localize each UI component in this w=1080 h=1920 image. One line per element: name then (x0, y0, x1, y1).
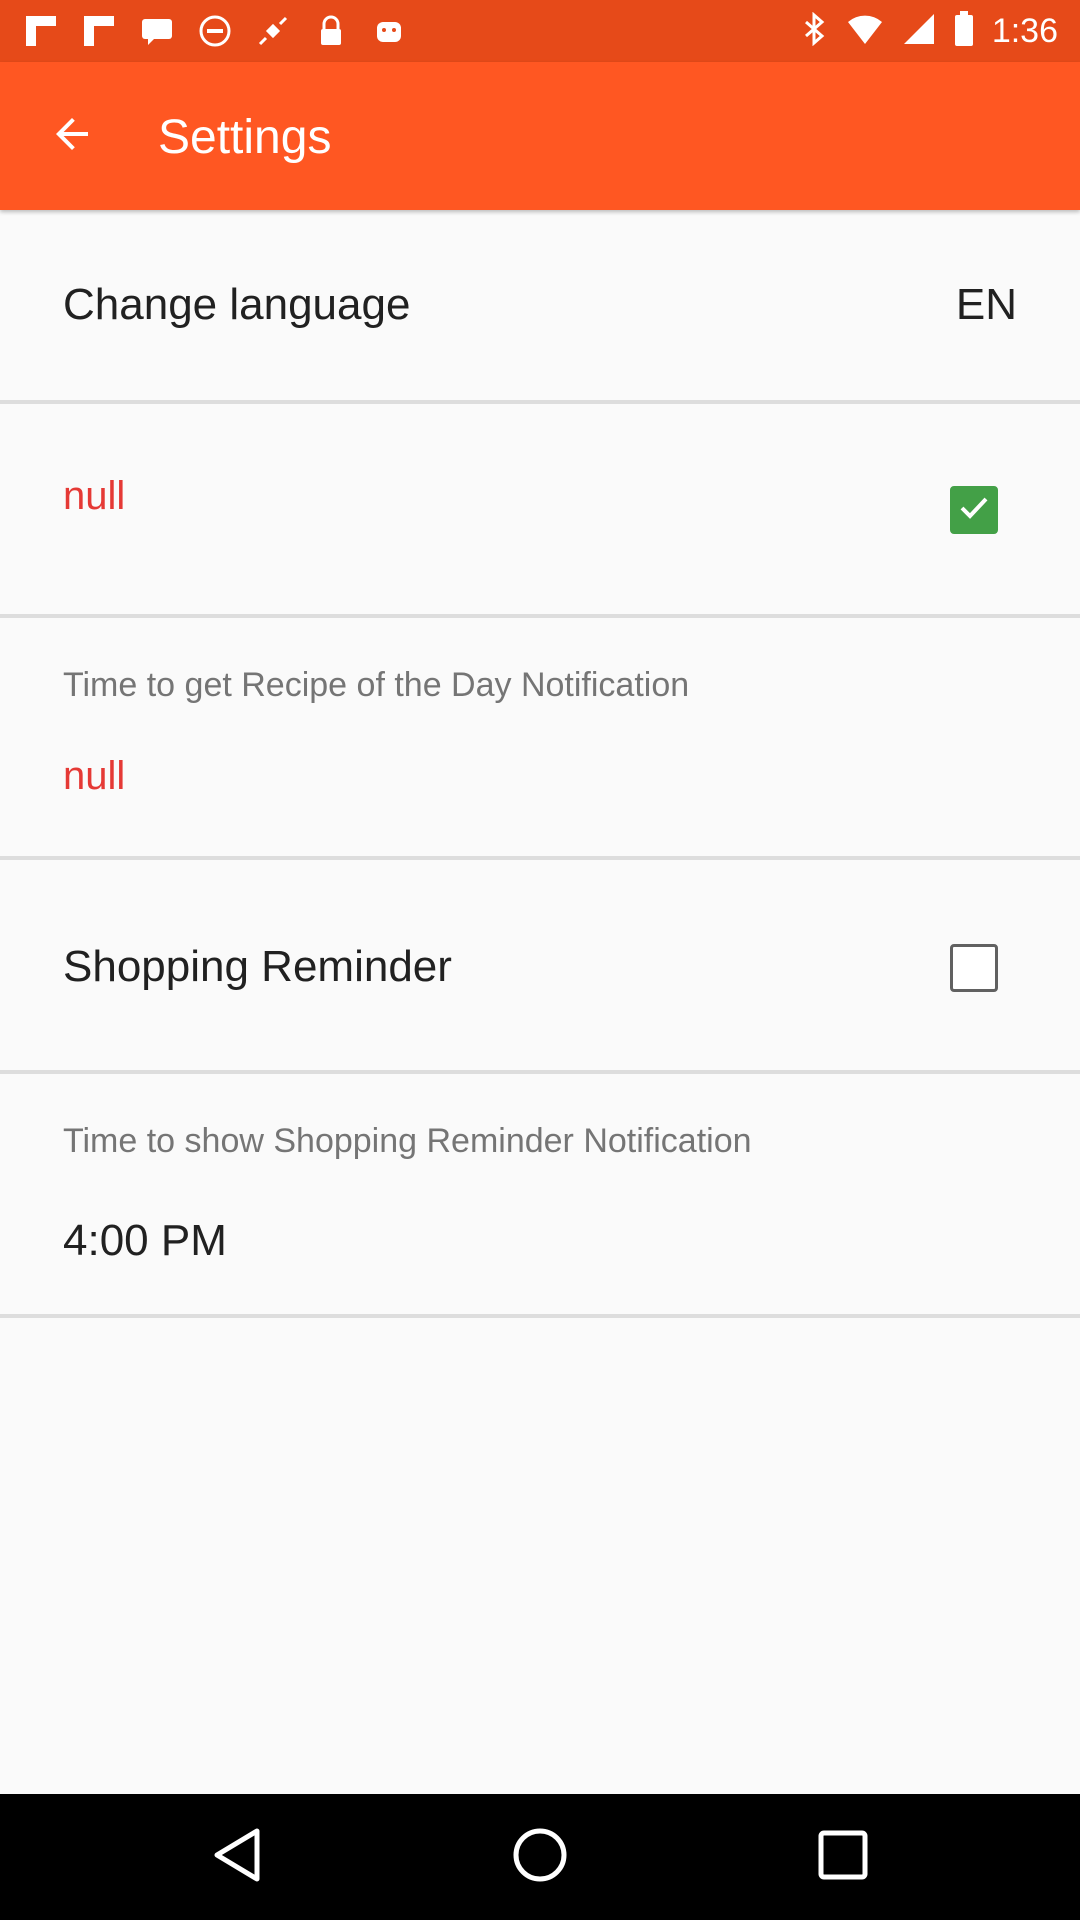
arrow-back-icon (48, 110, 96, 163)
recipe-notification-toggle-item[interactable]: null (0, 404, 1080, 618)
system-status: 1:36 (802, 10, 1058, 52)
recipe-toggle-label: null (63, 474, 126, 518)
back-button[interactable] (36, 104, 108, 168)
status-bar: 1:36 (0, 0, 1080, 62)
home-nav-icon (510, 1825, 570, 1890)
shopping-time-item[interactable]: Time to show Shopping Reminder Notificat… (0, 1074, 1080, 1318)
lock-icon (312, 12, 350, 50)
message-icon (138, 12, 176, 50)
shopping-time-label: Time to show Shopping Reminder Notificat… (63, 1122, 752, 1160)
change-language-label: Change language (63, 280, 411, 329)
shopping-reminder-toggle-item[interactable]: Shopping Reminder (0, 860, 1080, 1074)
flipboard-icon (22, 12, 60, 50)
nav-back-button[interactable] (206, 1824, 272, 1890)
navigation-bar (0, 1794, 1080, 1920)
signal-icon (902, 12, 936, 51)
notification-icons (22, 10, 408, 52)
shopping-time-value: 4:00 PM (63, 1216, 227, 1265)
no-entry-icon (196, 12, 234, 50)
recents-nav-icon (813, 1825, 873, 1890)
bluetooth-icon (802, 11, 828, 51)
recipe-time-value: null (63, 754, 126, 798)
change-language-item[interactable]: Change language EN (0, 210, 1080, 404)
nav-recents-button[interactable] (810, 1824, 876, 1890)
shopping-reminder-checkbox[interactable] (950, 944, 998, 992)
flipboard-icon (80, 12, 118, 50)
nav-home-button[interactable] (507, 1824, 573, 1890)
android-icon (370, 12, 408, 50)
satellite-icon (254, 12, 292, 50)
recipe-notification-checkbox[interactable] (950, 486, 998, 534)
shopping-reminder-label: Shopping Reminder (63, 942, 452, 991)
recipe-time-label: Time to get Recipe of the Day Notificati… (63, 666, 690, 704)
app-toolbar: Settings (0, 62, 1080, 210)
back-nav-icon (209, 1825, 269, 1890)
page-title: Settings (158, 111, 332, 164)
wifi-icon (846, 12, 884, 51)
check-icon (956, 490, 992, 531)
language-value: EN (955, 280, 1017, 329)
clock: 1:36 (991, 11, 1058, 50)
battery-icon (954, 10, 974, 52)
recipe-time-item[interactable]: Time to get Recipe of the Day Notificati… (0, 618, 1080, 860)
